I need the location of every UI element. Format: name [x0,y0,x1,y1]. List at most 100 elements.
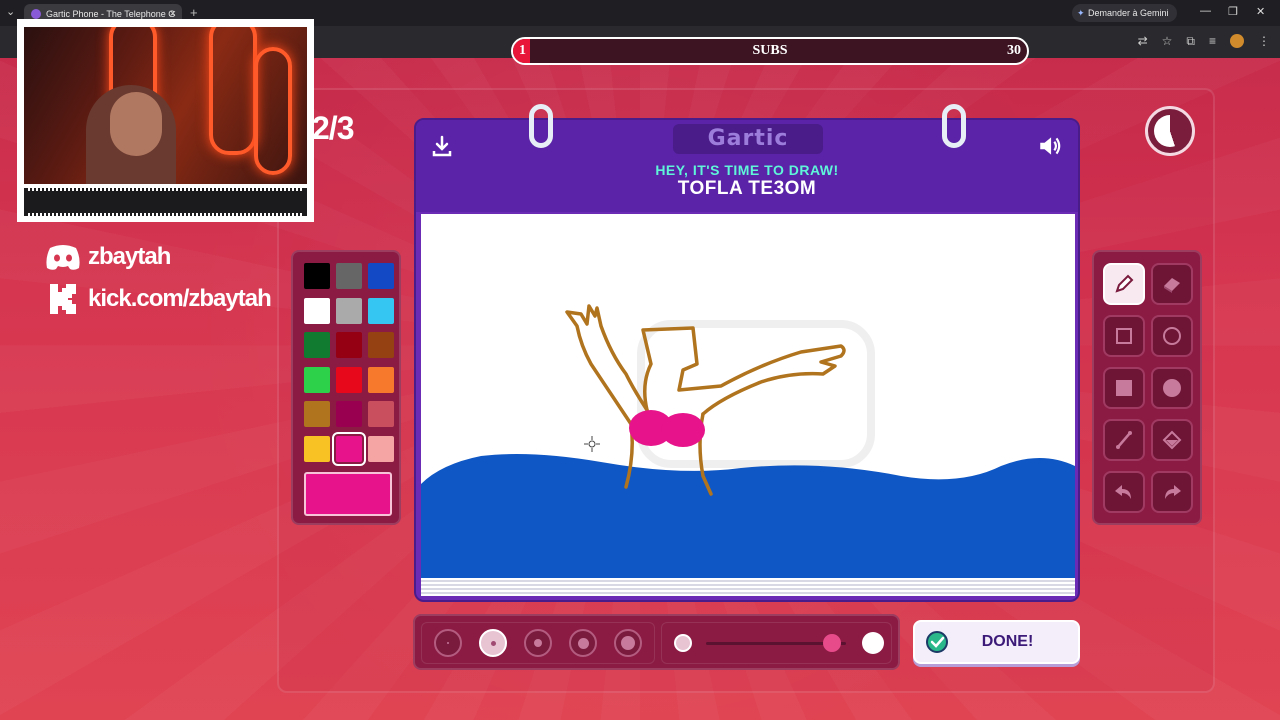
brush-dot-icon [490,640,496,646]
round-counter: 2/3 [312,110,354,146]
color-swatch[interactable] [336,263,362,289]
color-swatch[interactable] [336,366,362,393]
extensions-icon[interactable]: ⧉ [1186,34,1195,49]
timer-progress [1154,115,1186,147]
timer-icon [1145,106,1195,156]
kick-url: kick.com/zbaytah [44,284,272,314]
webcam-video [24,27,307,184]
eraser-tool[interactable] [1151,263,1193,305]
subs-label: SUBS [752,43,788,58]
gemini-label: Demander à Gemini [1088,8,1169,18]
draw-instruction: HEY, IT'S TIME TO DRAW! [655,162,839,178]
binder-ring-left [529,104,553,148]
color-swatch[interactable] [304,435,330,462]
crosshair-cursor-icon [584,436,600,452]
subs-goal-bar: 1 SUBS 30 [511,37,1029,65]
color-swatch[interactable] [304,366,330,393]
prompt-word: TOFLA TE3OM [677,178,817,199]
color-swatch[interactable] [368,435,394,462]
color-palette [291,250,401,525]
brush-dot-icon [577,637,589,649]
gemini-sparkle-icon: ✦ [1077,8,1085,18]
brush-settings-panel [413,614,900,670]
brush-size-4[interactable] [569,629,597,657]
download-button[interactable] [428,132,456,160]
redo-tool[interactable] [1151,471,1193,513]
ellipse-filled-icon [1163,379,1181,397]
opacity-slider-thumb[interactable] [823,634,841,652]
color-swatch[interactable] [304,297,330,324]
rectangle-filled-icon [1116,380,1132,396]
undo-tool[interactable] [1103,471,1145,513]
ellipse-outline-tool[interactable] [1151,315,1193,357]
eraser-icon [1164,278,1180,293]
discord-handle: zbaytah [44,242,171,272]
brush-size-3[interactable] [524,629,552,657]
rectangle-outline-tool[interactable] [1103,315,1145,357]
brush-dot-icon [534,639,542,647]
color-swatch[interactable] [304,332,330,358]
speaker-icon [1040,137,1061,155]
tab-favicon-icon [31,9,41,19]
redo-icon [1165,485,1181,499]
card-header: Gartic HEY, IT'S TIME TO DRAW! TOFLA TE3… [416,120,1078,212]
tab-list-chevron-icon[interactable]: ⌄ [6,5,15,18]
gemini-button[interactable]: ✦ Demander à Gemini [1072,4,1177,22]
checkmark-badge-icon [926,631,948,653]
drawing-card: Gartic HEY, IT'S TIME TO DRAW! TOFLA TE3… [414,104,1080,602]
tools-panel [1092,250,1202,525]
translate-icon[interactable]: ⇄ [1138,34,1148,49]
brush-size-2[interactable] [479,629,507,657]
rectangle-filled-tool[interactable] [1103,367,1145,409]
color-swatch[interactable] [368,297,394,324]
color-swatch[interactable] [368,366,394,393]
current-color-preview [304,472,392,516]
color-swatch[interactable] [336,401,362,427]
new-tab-button[interactable]: + [190,5,198,20]
brush-size-5[interactable] [614,629,642,657]
done-button[interactable]: DONE! [913,620,1080,664]
discord-handle-text: zbaytah [88,243,171,270]
tab-title: Gartic Phone - The Telephone G [46,9,176,19]
fill-bucket-icon [1162,430,1182,450]
download-icon [432,135,452,157]
brush-size-group [421,622,655,664]
brush-dot-icon [621,636,635,650]
browser-menu-icon[interactable]: ⋮ [1258,34,1270,49]
color-swatch[interactable] [332,431,366,466]
drawing-canvas[interactable] [421,214,1075,578]
color-swatch[interactable] [336,332,362,358]
binder-ring-right [942,104,966,148]
discord-icon [46,245,80,270]
kick-icon [50,284,76,314]
bookmark-star-icon[interactable]: ☆ [1162,34,1173,49]
reading-list-icon[interactable]: ≡ [1209,34,1216,49]
color-swatch[interactable] [368,263,394,289]
line-tool[interactable] [1103,419,1145,461]
restore-button[interactable]: ❐ [1228,5,1238,18]
color-swatch[interactable] [304,401,330,427]
webcam-caption-strip [24,188,307,216]
undo-icon [1115,485,1131,499]
ellipse-filled-tool[interactable] [1151,367,1193,409]
minimize-button[interactable]: — [1200,5,1211,17]
brush-size-1[interactable] [434,629,462,657]
fill-bucket-tool[interactable] [1151,419,1193,461]
card-page-edge [421,578,1075,596]
color-swatch[interactable] [368,401,394,427]
brush-dot-icon [447,642,449,644]
color-swatch[interactable] [368,332,394,358]
close-window-button[interactable]: ✕ [1256,5,1265,18]
done-label: DONE! [981,633,1034,650]
pencil-icon [1115,274,1134,293]
profile-avatar-icon[interactable] [1230,34,1244,48]
gartic-logo: Gartic [673,124,823,154]
rectangle-outline-icon [1116,328,1132,344]
line-icon [1116,431,1132,449]
sound-button[interactable] [1036,132,1064,160]
pencil-tool[interactable] [1103,263,1145,305]
color-swatch[interactable] [304,263,330,289]
opacity-min-icon [674,634,692,652]
color-swatch[interactable] [336,297,362,324]
opacity-slider[interactable] [661,622,892,664]
